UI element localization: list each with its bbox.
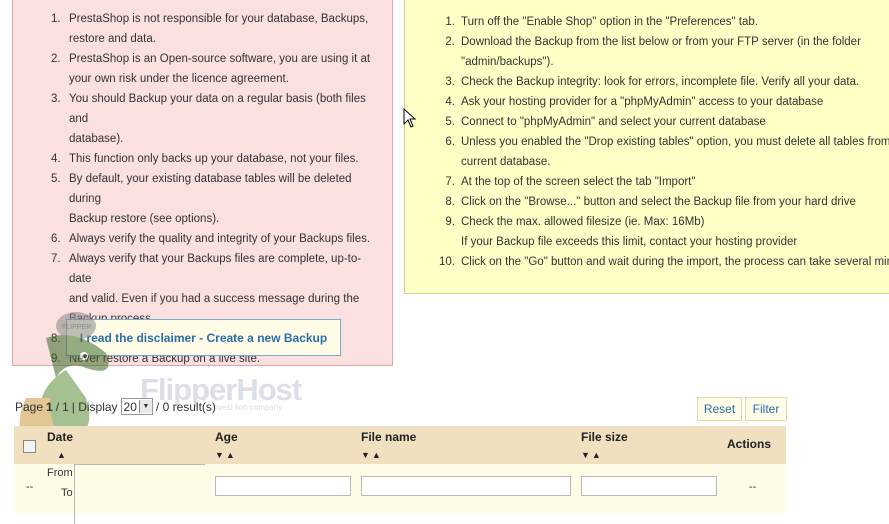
list-item-text: restore and data. <box>69 33 156 45</box>
column-file-size: File size <box>581 430 628 444</box>
list-item-number: 6. <box>445 136 455 148</box>
list-item-text: You should Backup your data on a regular… <box>69 93 366 125</box>
reset-button[interactable]: Reset <box>697 397 742 421</box>
list-item: 6. Always verify the quality and integrit… <box>51 229 383 249</box>
page-total: 1 <box>62 399 69 414</box>
list-item-text: Turn off the "Enable Shop" option in the… <box>461 16 758 28</box>
list-item-text: Check the Backup integrity: look for err… <box>461 76 860 88</box>
list-item: 5. Connect to "phpMyAdmin" and select you… <box>439 112 889 132</box>
list-item-number: 4. <box>51 153 61 165</box>
list-item-text: your own risk under the licence agreemen… <box>69 73 289 85</box>
page-sep: / <box>55 399 60 414</box>
list-item: 4. This function only backs up your datab… <box>51 149 383 169</box>
list-item: 3. Check the Backup integrity: look for e… <box>439 72 889 92</box>
list-item-text: This function only backs up your databas… <box>69 153 359 165</box>
list-item-text: Check the max. allowed filesize (ie. Max… <box>461 216 705 228</box>
list-item-number: 1. <box>445 16 455 28</box>
list-item-text: "admin/backups"). <box>461 56 554 68</box>
list-item-text: At the top of the screen select the tab … <box>461 176 696 188</box>
list-item: 3. You should Backup your data on a regul… <box>51 89 383 149</box>
display-select[interactable]: 20 ▼ <box>120 398 153 415</box>
list-item-text: PrestaShop is not responsible for your d… <box>69 13 369 25</box>
list-item-number: 3. <box>51 93 61 105</box>
watermark-tagline: invest lion company <box>212 403 283 412</box>
results-count: / 0 result(s) <box>155 399 216 414</box>
list-item-text: Download the Backup from the list below … <box>461 36 861 48</box>
list-item: 2. PrestaShop is an Open-source software,… <box>51 49 383 89</box>
column-file-name: File name <box>361 430 417 444</box>
list-item-number: 2. <box>445 36 455 48</box>
list-item: 6. Unless you enabled the "Drop existing … <box>439 132 889 172</box>
list-item: 4. Ask your hosting provider for a "phpMy… <box>439 92 889 112</box>
list-item-number: 4. <box>445 96 455 108</box>
restore-instructions-panel: 1. Turn off the "Enable Shop" option in t… <box>404 0 889 294</box>
list-item-text: current database. <box>461 156 551 168</box>
page-label: Page <box>15 399 44 414</box>
list-item-number: 5. <box>445 116 455 128</box>
age-filter-input[interactable] <box>215 476 351 496</box>
list-item: 7. At the top of the screen select the ta… <box>439 172 889 192</box>
list-item: 1. Turn off the "Enable Shop" option in t… <box>439 12 889 32</box>
list-item: 2. Download the Backup from the list belo… <box>439 32 889 72</box>
list-item-number: 2. <box>51 53 61 65</box>
list-item-text: By default, your existing database table… <box>69 173 352 205</box>
list-item-text: PrestaShop is an Open-source software, y… <box>69 53 371 65</box>
list-item-number: 6. <box>51 233 61 245</box>
display-label: | Display <box>71 399 118 414</box>
list-item-text: Always verify the quality and integrity … <box>69 233 371 245</box>
list-item-number: 7. <box>445 176 455 188</box>
list-item-text: Backup restore (see options). <box>69 213 220 225</box>
sort-arrows-file-name-icon[interactable]: ▼▲ <box>361 450 383 460</box>
instructions-list: 1. Turn off the "Enable Shop" option in t… <box>439 12 889 272</box>
filter-button[interactable]: Filter <box>745 397 787 421</box>
page-current: 1 <box>46 399 53 414</box>
file-name-filter-input[interactable] <box>361 476 571 496</box>
column-actions: Actions <box>727 437 772 451</box>
filter-dash-left: -- <box>26 481 34 493</box>
list-item-number: 8. <box>445 196 455 208</box>
list-item-number: 3. <box>445 76 455 88</box>
column-age: Age <box>215 430 238 444</box>
pagination-bar: Page 1 / 1 | Display 20 ▼ / 0 result(s) <box>15 398 216 415</box>
list-item-text: Unless you enabled the "Drop existing ta… <box>461 136 889 148</box>
list-item: 1. PrestaShop is not responsible for your… <box>51 9 383 49</box>
list-item-text: If your Backup file exceeds this limit, … <box>461 236 798 248</box>
from-label: From <box>47 467 73 479</box>
list-item: 9. Check the max. allowed filesize (ie. M… <box>439 212 889 252</box>
list-item-number: 10. <box>439 256 455 268</box>
list-item-text: database). <box>69 133 124 145</box>
display-value: 20 <box>123 399 137 414</box>
list-item: 10. Click on the "Go" button and wait dur… <box>439 252 889 272</box>
chevron-down-icon: ▼ <box>138 400 152 413</box>
sort-arrows-age-icon[interactable]: ▼▲ <box>215 450 237 460</box>
mascot-badge-text: FLIPPER <box>62 324 91 331</box>
sort-arrows-date-icon[interactable]: ▲ <box>57 450 68 460</box>
filter-dash-right: -- <box>749 481 757 493</box>
list-item-text: Ask your hosting provider for a "phpMyAd… <box>461 96 824 108</box>
list-item: 5. By default, your existing database tab… <box>51 169 383 229</box>
list-item-text: Click on the "Go" button and wait during… <box>461 256 889 268</box>
to-label: To <box>61 487 73 499</box>
file-size-filter-input[interactable] <box>581 476 717 496</box>
list-item-number: 1. <box>51 13 61 25</box>
column-date: Date <box>47 430 74 444</box>
list-item: 8. Click on the "Browse..." button and se… <box>439 192 889 212</box>
backups-table: Date ▲ Age ▼▲ File name ▼▲ File size ▼▲ … <box>14 426 786 524</box>
date-from-input[interactable] <box>74 464 205 524</box>
list-item-number: 9. <box>445 216 455 228</box>
select-all-checkbox[interactable] <box>23 440 36 453</box>
list-item-text: Always verify that your Backups files ar… <box>69 253 362 285</box>
mouse-cursor-icon <box>403 108 417 128</box>
sort-arrows-file-size-icon[interactable]: ▼▲ <box>581 450 603 460</box>
list-item-text: Connect to "phpMyAdmin" and select your … <box>461 116 766 128</box>
list-item-number: 7. <box>51 253 61 265</box>
list-item-number: 5. <box>51 173 61 185</box>
list-item-text: Click on the "Browse..." button and sele… <box>461 196 856 208</box>
